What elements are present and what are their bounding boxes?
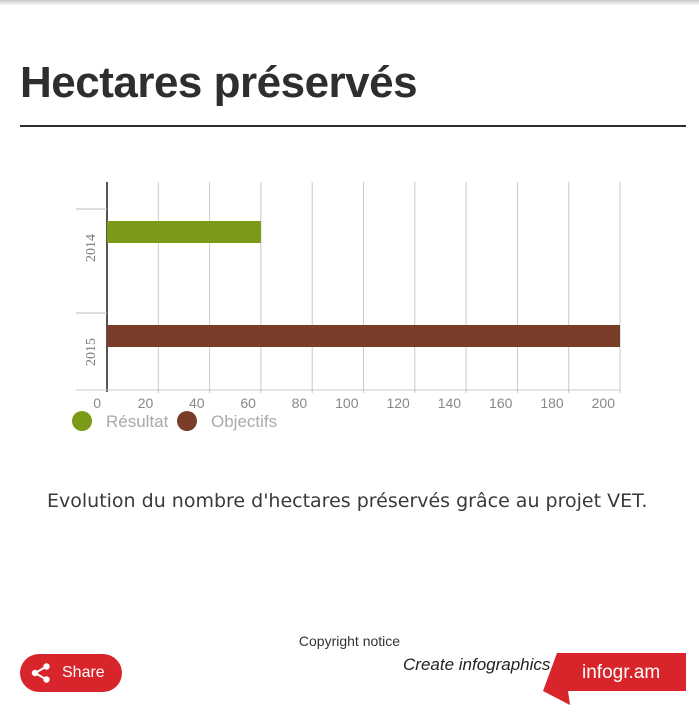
bar-2015 bbox=[107, 325, 620, 347]
create-infographics-link[interactable]: Create infographics bbox=[403, 655, 550, 675]
share-label: Share bbox=[62, 664, 105, 681]
page-title: Hectares préservés bbox=[20, 58, 418, 107]
x-tick-label: 0 bbox=[93, 395, 101, 411]
legend-label: Objectifs bbox=[211, 412, 277, 431]
tick-labels: 0 20 40 60 80 100 120 140 160 180 200 2014 2015 bbox=[84, 234, 615, 411]
chart-axes bbox=[76, 182, 620, 392]
top-shadow bbox=[0, 0, 699, 6]
title-divider bbox=[20, 125, 686, 127]
x-tick-label: 200 bbox=[592, 395, 616, 411]
y-category-label: 2014 bbox=[84, 234, 99, 262]
gridlines bbox=[157, 182, 621, 393]
copyright-notice[interactable]: Copyright notice bbox=[0, 633, 699, 649]
legend-swatch bbox=[177, 411, 197, 431]
x-tick-label: 80 bbox=[292, 395, 308, 411]
y-category-label: 2015 bbox=[84, 338, 99, 366]
chart-description: Evolution du nombre d'hectares préservés… bbox=[47, 490, 648, 512]
share-icon bbox=[31, 663, 50, 683]
brand-name: infogr.am bbox=[582, 662, 661, 683]
x-tick-label: 40 bbox=[189, 395, 205, 411]
x-tick-label: 140 bbox=[438, 395, 462, 411]
legend-swatch bbox=[72, 411, 92, 431]
infogram-logo-link[interactable]: infogr.am bbox=[543, 653, 686, 705]
x-tick-label: 120 bbox=[386, 395, 410, 411]
x-tick-label: 100 bbox=[335, 395, 359, 411]
x-tick-label: 20 bbox=[138, 395, 154, 411]
legend: Résultat Objectifs bbox=[72, 411, 277, 431]
legend-label: Résultat bbox=[106, 412, 169, 431]
bar-2014 bbox=[107, 221, 261, 243]
share-button[interactable]: Share bbox=[20, 654, 122, 692]
x-tick-label: 160 bbox=[489, 395, 513, 411]
bar-chart: 0 20 40 60 80 100 120 140 160 180 200 2014 2015 Résu… bbox=[72, 182, 621, 431]
x-tick-label: 60 bbox=[240, 395, 256, 411]
x-tick-label: 180 bbox=[540, 395, 564, 411]
